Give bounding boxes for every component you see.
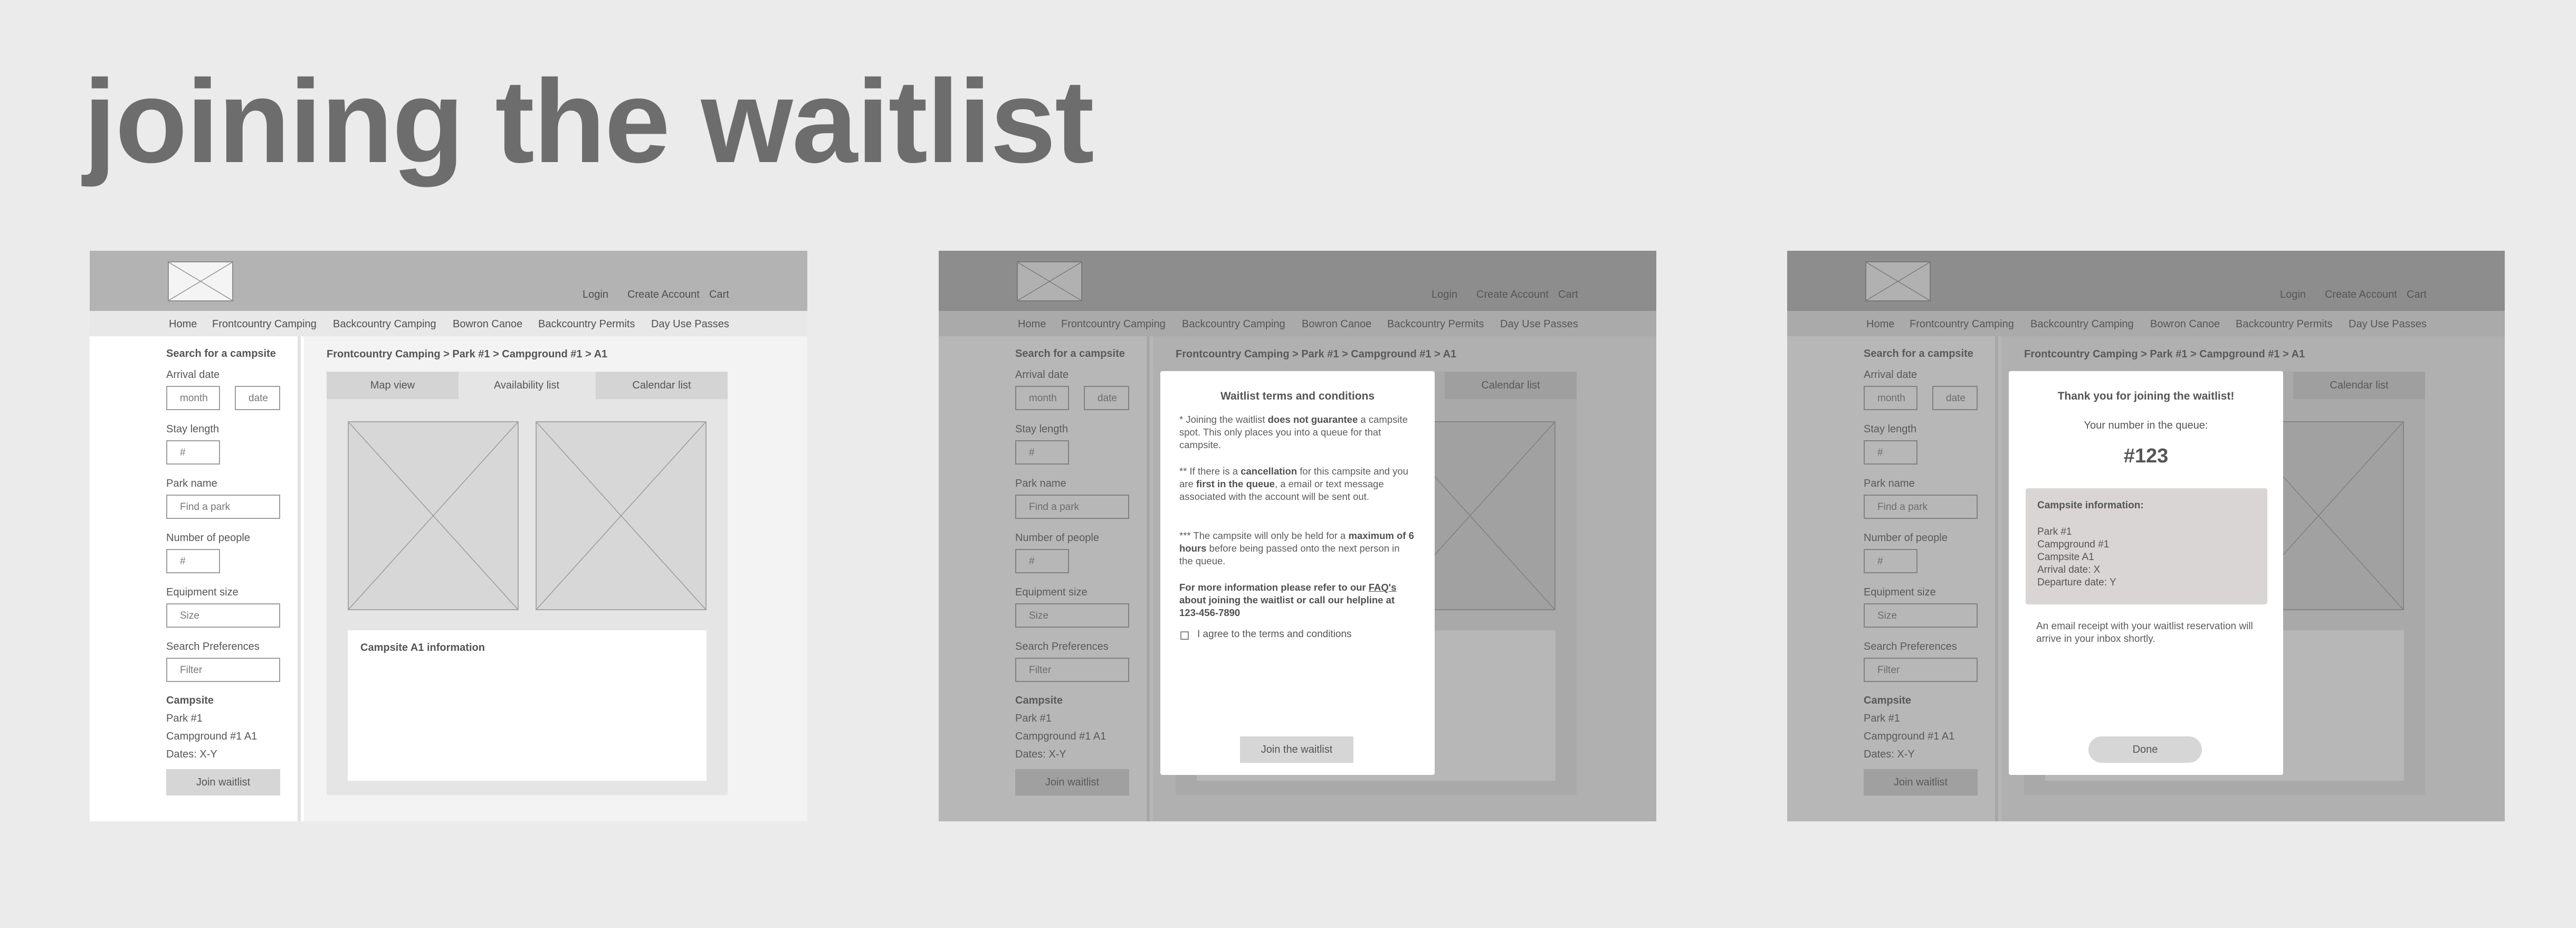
prefs-field[interactable]: Filter (166, 658, 280, 682)
wireframe-terms-modal: Login Create Account Cart Home Frontcoun… (939, 251, 1656, 821)
stay-label: Stay length (166, 423, 220, 435)
create-account-link[interactable]: Create Account (627, 289, 700, 301)
campsite-park: Park #1 (166, 713, 203, 724)
people-label: Number of people (166, 532, 250, 544)
results-panel: Map view Availability list Calendar list… (327, 372, 728, 795)
login-link[interactable]: Login (583, 289, 608, 301)
campsite-image-placeholder (536, 421, 707, 610)
date-field[interactable]: date (235, 386, 280, 410)
terms-paragraph-2: ** If there is a cancellation for this c… (1179, 466, 1408, 502)
logo-placeholder-icon[interactable] (168, 261, 233, 301)
wireframe-confirmation-modal: Login Create Account Cart Home Frontcoun… (1787, 251, 2505, 821)
confirmation-modal: Thank you for joining the waitlist! Your… (2009, 371, 2283, 775)
campsite-info-box: Campsite information: Park #1 Campground… (2026, 488, 2267, 604)
nav-frontcountry[interactable]: Frontcountry Camping (212, 318, 317, 330)
equipment-field[interactable]: Size (166, 603, 280, 628)
terms-paragraph-4: For more information please refer to our… (1179, 582, 1397, 618)
join-the-waitlist-button[interactable]: Join the waitlist (1240, 736, 1353, 763)
terms-modal: Waitlist terms and conditions * Joining … (1160, 371, 1435, 775)
nav-backcountry[interactable]: Backcountry Camping (333, 318, 436, 330)
campsite-dates: Dates: X-Y (166, 749, 217, 760)
join-waitlist-button[interactable]: Join waitlist (166, 769, 280, 796)
faq-link[interactable]: FAQ's (1369, 582, 1397, 593)
main-nav: Home Frontcountry Camping Backcountry Ca… (90, 311, 807, 336)
cart-link[interactable]: Cart (709, 289, 729, 301)
terms-paragraph-3: *** The campsite will only be held for a… (1179, 530, 1414, 566)
agree-checkbox[interactable] (1180, 631, 1189, 640)
info-departure: Departure date: Y (2037, 577, 2116, 588)
tab-availability-list[interactable]: Availability list (461, 372, 593, 399)
info-arrival: Arrival date: X (2037, 564, 2101, 575)
page-title: joining the waitlist (83, 55, 1094, 187)
campsite-campground: Campground #1 A1 (166, 731, 257, 742)
queue-number: #123 (2123, 445, 2169, 467)
agree-checkbox-label[interactable]: I agree to the terms and conditions (1197, 629, 1352, 640)
terms-paragraph-1: * Joining the waitlist does not guarante… (1179, 414, 1408, 450)
campsite-image-placeholder (348, 421, 519, 610)
campsite-info-card: Campsite A1 information (348, 630, 707, 781)
search-heading: Search for a campsite (166, 348, 276, 359)
month-field[interactable]: month (166, 386, 220, 410)
campsite-info-title: Campsite A1 information (360, 642, 485, 654)
arrival-label: Arrival date (166, 369, 220, 381)
campsite-info-title: Campsite information: (2037, 500, 2144, 511)
main-content: Frontcountry Camping > Park #1 > Campgro… (304, 336, 807, 821)
receipt-note: An email receipt with your waitlist rese… (2036, 621, 2253, 645)
campsite-heading: Campsite (166, 695, 214, 706)
nav-bowron[interactable]: Bowron Canoe (453, 318, 522, 330)
terms-modal-title: Waitlist terms and conditions (1220, 390, 1375, 402)
park-field[interactable]: Find a park (166, 495, 280, 519)
prefs-label: Search Preferences (166, 641, 260, 652)
info-campsite: Campsite A1 (2037, 552, 2094, 563)
stay-field[interactable]: # (166, 440, 220, 465)
tab-calendar-list[interactable]: Calendar list (596, 372, 728, 399)
info-campground: Campground #1 (2037, 539, 2110, 550)
nav-permits[interactable]: Backcountry Permits (538, 318, 635, 330)
people-field[interactable]: # (166, 549, 220, 573)
nav-home[interactable]: Home (169, 318, 197, 330)
wireframe-campsite-page: Login Create Account Cart Home Frontcoun… (90, 251, 807, 821)
tab-map-view[interactable]: Map view (327, 372, 459, 399)
done-button[interactable]: Done (2088, 736, 2202, 763)
search-sidebar: Search for a campsite Arrival date month… (90, 336, 301, 821)
info-park: Park #1 (2037, 526, 2072, 537)
confirmation-title: Thank you for joining the waitlist! (2057, 390, 2235, 402)
breadcrumb: Frontcountry Camping > Park #1 > Campgro… (327, 348, 608, 360)
queue-label: Your number in the queue: (2084, 420, 2208, 431)
nav-day-use[interactable]: Day Use Passes (651, 318, 729, 330)
equipment-label: Equipment size (166, 586, 238, 598)
park-label: Park name (166, 478, 217, 489)
site-header: Login Create Account Cart (90, 251, 807, 311)
